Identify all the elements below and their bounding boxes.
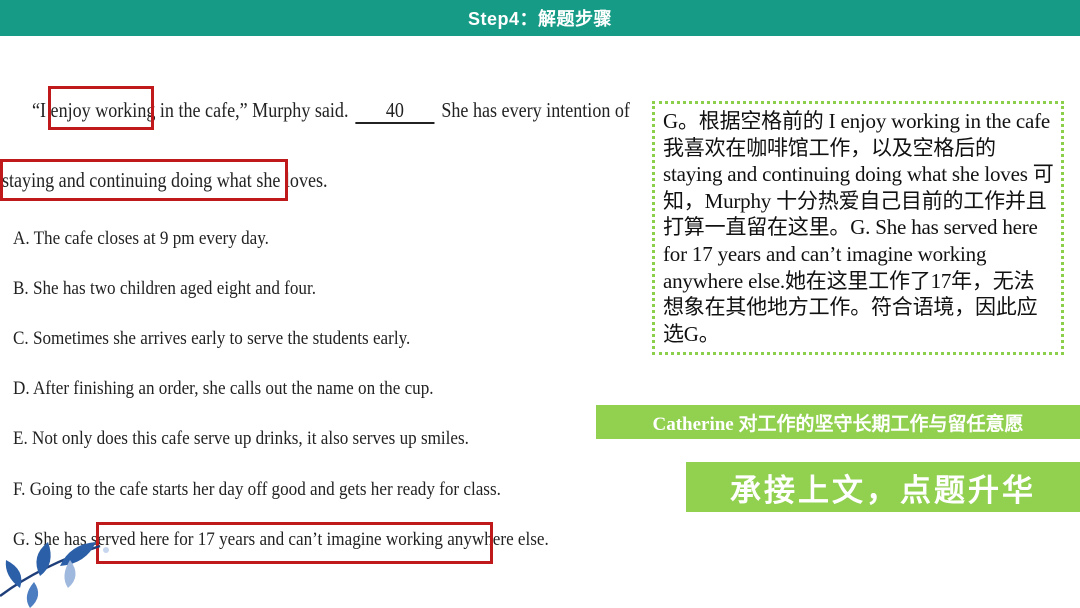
- summary-banner: 承接上文，点题升华: [686, 462, 1080, 512]
- header-title: Step4：解题步骤: [467, 9, 613, 29]
- highlight-box-enjoy-working: [48, 86, 154, 130]
- theme-banner-text: Catherine 对工作的坚守长期工作与留任意愿: [652, 413, 1024, 435]
- header-bar: Step4：解题步骤: [0, 0, 1080, 36]
- option-c: C. Sometimes she arrives early to serve …: [13, 328, 411, 349]
- explanation-text: G。根据空格前的 I enjoy working in the cafe我喜欢在…: [663, 109, 1054, 346]
- highlight-box-continuation: [0, 159, 288, 201]
- option-a: A. The cafe closes at 9 pm every day.: [13, 228, 269, 249]
- quote-rest: in the cafe,” Murphy said.: [155, 98, 349, 122]
- option-b: B. She has two children aged eight and f…: [13, 278, 316, 299]
- leaf-decoration-icon: [0, 542, 109, 608]
- option-d: D. After finishing an order, she calls o…: [13, 378, 434, 399]
- highlight-box-option-g: [96, 522, 493, 564]
- after-blank-text: She has every intention of: [441, 98, 630, 122]
- option-e: E. Not only does this cafe serve up drin…: [13, 428, 469, 449]
- summary-banner-text: 承接上文，点题升华: [730, 472, 1036, 509]
- explanation-box: G。根据空格前的 I enjoy working in the cafe我喜欢在…: [652, 101, 1064, 355]
- theme-banner: Catherine 对工作的坚守长期工作与留任意愿: [596, 405, 1080, 439]
- option-f: F. Going to the cafe starts her day off …: [13, 479, 501, 500]
- answer-blank: 40: [355, 98, 435, 124]
